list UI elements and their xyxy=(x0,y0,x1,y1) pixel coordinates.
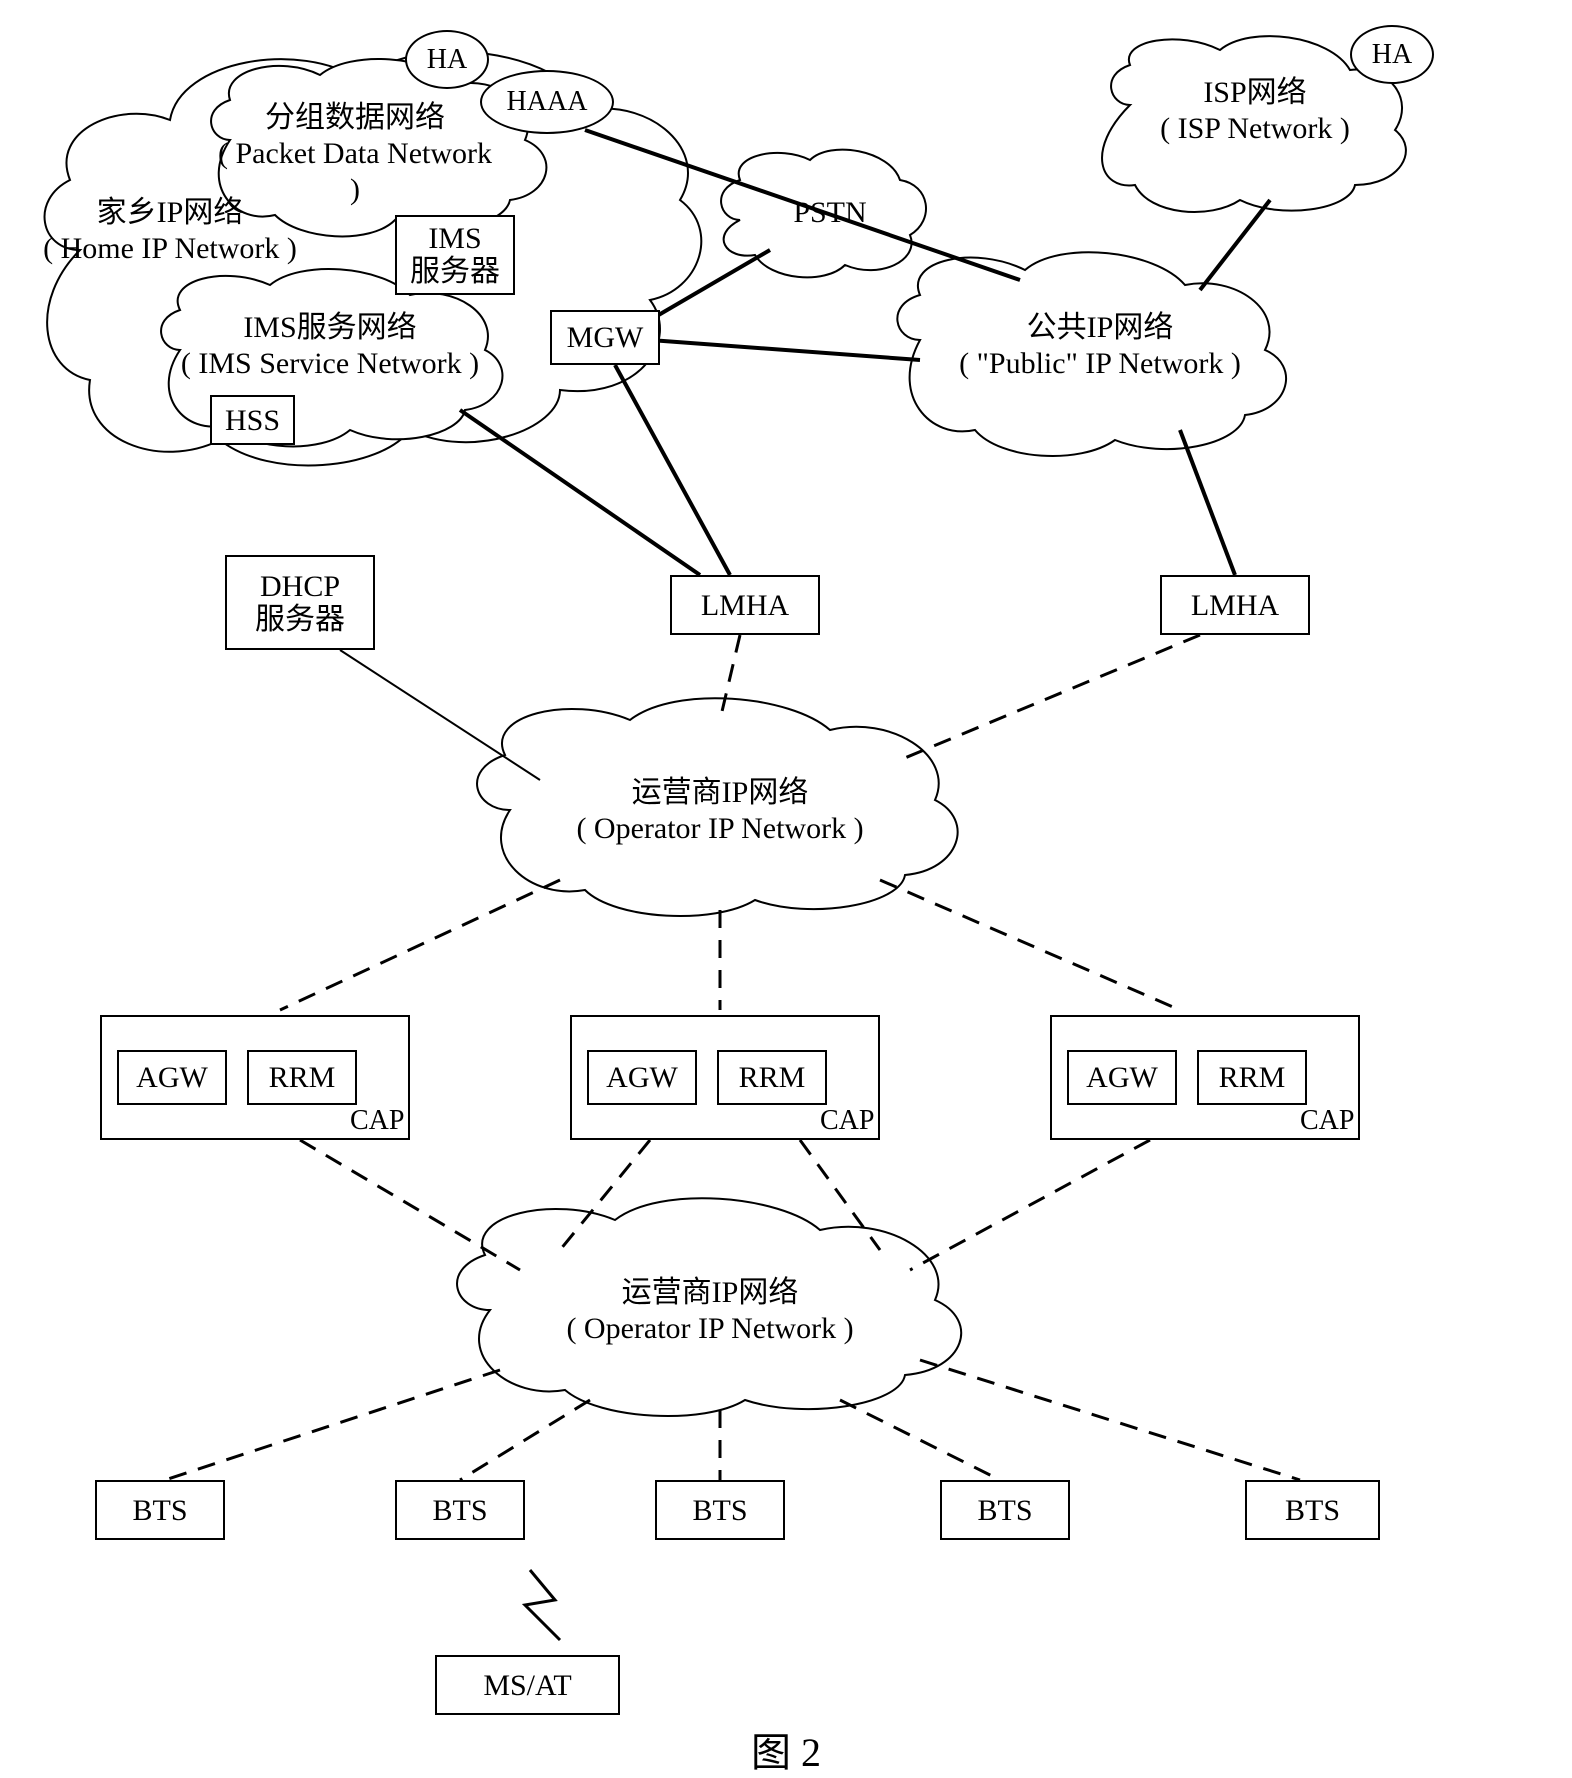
box-msat: MS/AT xyxy=(435,1655,620,1715)
box-cap3-agw: AGW xyxy=(1067,1050,1177,1105)
box-mgw: MGW xyxy=(550,310,660,365)
oval-haaa: HAAA xyxy=(480,70,614,134)
box-cap2-rrm: RRM xyxy=(717,1050,827,1105)
cloud-public-ip xyxy=(897,252,1286,456)
box-dhcp: DHCP服务器 xyxy=(225,555,375,650)
box-hss: HSS xyxy=(210,395,295,445)
box-cap1-rrm: RRM xyxy=(247,1050,357,1105)
box-lmha-left: LMHA xyxy=(670,575,820,635)
oval-ha-right: HA xyxy=(1350,25,1434,84)
box-bts3: BTS xyxy=(655,1480,785,1540)
box-cap2-agw: AGW xyxy=(587,1050,697,1105)
oval-ha-left: HA xyxy=(405,30,489,89)
label-cap2: CAP xyxy=(820,1105,874,1137)
box-lmha-right: LMHA xyxy=(1160,575,1310,635)
cloud-operator-lower xyxy=(457,1198,961,1416)
figure-caption: 图 2 xyxy=(686,1720,886,1778)
label-cap3: CAP xyxy=(1300,1105,1354,1137)
box-cap3-rrm: RRM xyxy=(1197,1050,1307,1105)
label: HA xyxy=(1372,39,1412,71)
box-bts2: BTS xyxy=(395,1480,525,1540)
box-bts1: BTS xyxy=(95,1480,225,1540)
label: HA xyxy=(427,44,467,76)
label-cap1: CAP xyxy=(350,1105,404,1137)
label: HAAA xyxy=(507,86,588,118)
box-bts5: BTS xyxy=(1245,1480,1380,1540)
box-ims-server: IMS服务器 xyxy=(395,215,515,295)
box-cap1-agw: AGW xyxy=(117,1050,227,1105)
box-bts4: BTS xyxy=(940,1480,1070,1540)
